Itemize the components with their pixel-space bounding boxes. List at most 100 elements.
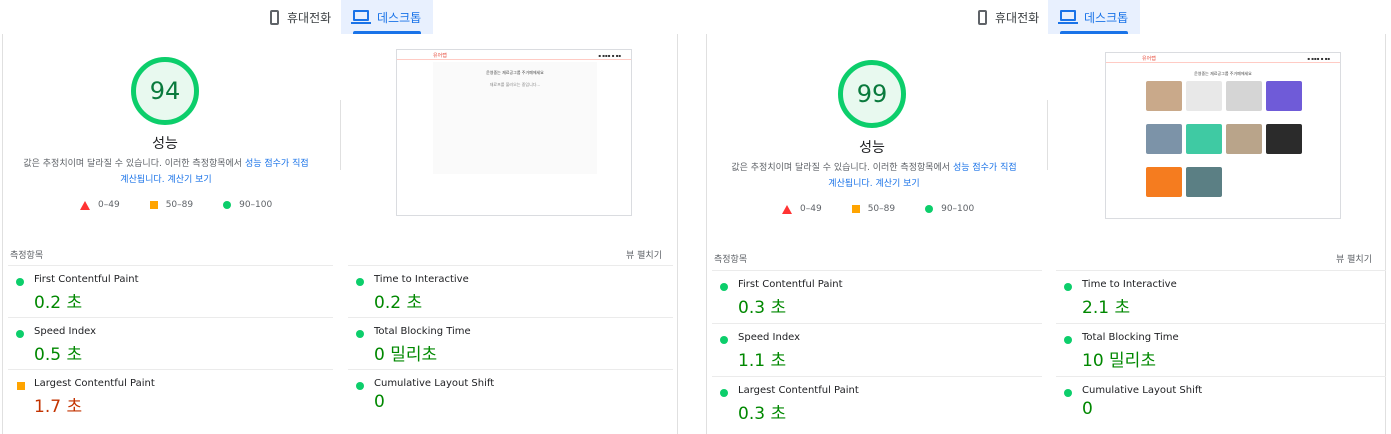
metrics-header: 측정항목 xyxy=(714,255,748,265)
legend-average: 50–89 xyxy=(851,204,896,214)
metric-value: 1.1 초 xyxy=(738,351,787,371)
expand-view-toggle[interactable]: 뷰 펼치기 xyxy=(1336,252,1372,265)
metric-value: 2.1 초 xyxy=(1082,298,1131,318)
calculator-link[interactable]: 계산기 보기 xyxy=(875,179,919,189)
fail-triangle-icon xyxy=(782,204,792,214)
performance-gauge: 99 xyxy=(838,60,906,128)
tab-mobile-label: 휴대전화 xyxy=(287,10,332,25)
pass-circle-icon xyxy=(356,278,364,286)
metric-name: Cumulative Layout Shift xyxy=(1082,385,1203,396)
metric-name: Largest Contentful Paint xyxy=(738,385,859,396)
metric-value: 10 밀리초 xyxy=(1082,351,1156,371)
thumbnail-image xyxy=(1186,167,1222,197)
metric-name: Cumulative Layout Shift xyxy=(374,378,495,389)
divider xyxy=(340,100,341,170)
tab-mobile-label: 휴대전화 xyxy=(995,10,1040,25)
lighthouse-report-right: 휴대전화 데스크톱 99 성능 값은 추정치이며 달라질 수 있습니다. 이러한… xyxy=(704,0,1391,434)
tab-desktop-label: 데스크톱 xyxy=(1084,10,1129,25)
legend-fail: 0–49 xyxy=(782,204,822,214)
metric-tti: Time to Interactive 2.1 초 xyxy=(1056,270,1386,323)
average-square-icon xyxy=(851,205,860,213)
average-square-icon xyxy=(17,382,25,390)
metric-tbt: Total Blocking Time 10 밀리초 xyxy=(1056,323,1386,376)
metric-name: First Contentful Paint xyxy=(738,279,843,290)
device-tabbar: 휴대전화 데스크톱 xyxy=(0,0,682,34)
score-legend: 0–49 50–89 90–100 xyxy=(782,204,1004,214)
score-description: 값은 추정치이며 달라질 수 있습니다. 이러한 측정항목에서 성능 점수가 직… xyxy=(20,156,312,188)
metric-name: Speed Index xyxy=(34,326,97,337)
pass-circle-icon xyxy=(925,205,934,213)
score-description: 값은 추정치이며 달라질 수 있습니다. 이러한 측정항목에서 성능 점수가 직… xyxy=(728,160,1020,192)
average-square-icon xyxy=(149,201,158,209)
tab-desktop[interactable]: 데스크톱 xyxy=(341,0,434,34)
screenshot-nav: ▪ ▪▪▪ ▪ ▪▪ xyxy=(598,53,621,58)
metric-value: 0.5 초 xyxy=(34,345,83,365)
description-text: 값은 추정치이며 달라질 수 있습니다. 이러한 측정항목에서 xyxy=(23,159,245,169)
metric-cls: Cumulative Layout Shift 0 xyxy=(348,369,673,422)
thumbnail-image xyxy=(1226,81,1262,111)
legend-pass-label: 90–100 xyxy=(239,200,273,210)
pass-circle-icon xyxy=(720,389,728,397)
thumbnail-image xyxy=(1146,167,1182,197)
thumbnail-image xyxy=(1266,81,1302,111)
pass-circle-icon xyxy=(720,336,728,344)
metric-fcp: First Contentful Paint 0.2 초 xyxy=(8,265,333,318)
legend-fail: 0–49 xyxy=(80,200,120,210)
tab-desktop[interactable]: 데스크톱 xyxy=(1048,0,1141,34)
metric-value: 0.2 초 xyxy=(34,293,83,313)
phone-icon xyxy=(270,9,279,25)
metric-name: Largest Contentful Paint xyxy=(34,378,155,389)
tab-mobile[interactable]: 휴대전화 xyxy=(966,0,1051,34)
pass-circle-icon xyxy=(356,330,364,338)
screenshot-logo: 유어랩 xyxy=(1142,56,1156,62)
description-text: 값은 추정치이며 달라질 수 있습니다. 이러한 측정항목에서 xyxy=(731,163,953,173)
performance-gauge: 94 xyxy=(131,57,199,125)
category-title: 성능 xyxy=(152,136,178,152)
metric-value: 0 xyxy=(1082,399,1093,419)
metric-lcp: Largest Contentful Paint 1.7 초 xyxy=(8,369,333,422)
metric-name: Time to Interactive xyxy=(1082,279,1177,290)
phone-icon xyxy=(978,9,987,25)
metric-si: Speed Index 1.1 초 xyxy=(712,323,1042,376)
page-screenshot[interactable]: 유어랩 ▪ ▪▪▪ ▪ ▪▪ 운영중는 재료공그룹 주거폐에세요 재료프를 불러… xyxy=(396,49,632,216)
screenshot-header: 유어랩 ▪ ▪▪▪ ▪ ▪▪ xyxy=(397,50,631,60)
tab-mobile[interactable]: 휴대전화 xyxy=(258,0,343,34)
legend-pass: 90–100 xyxy=(925,204,974,214)
screenshot-heading: 운영중는 재료공그룹 주거폐에세요 xyxy=(486,70,544,75)
metric-value: 1.7 초 xyxy=(34,397,83,417)
metric-name: First Contentful Paint xyxy=(34,274,139,285)
thumbnail-image xyxy=(1186,124,1222,154)
metric-value: 0 xyxy=(374,392,385,412)
legend-pass: 90–100 xyxy=(223,200,272,210)
screenshot-nav: ▪ ▪▪▪ ▪ ▪▪ xyxy=(1307,56,1330,61)
legend-average-label: 50–89 xyxy=(867,204,896,214)
legend-pass-label: 90–100 xyxy=(941,204,975,214)
metric-name: Speed Index xyxy=(738,332,801,343)
expand-view-toggle[interactable]: 뷰 펼치기 xyxy=(626,248,662,261)
laptop-icon xyxy=(1058,10,1078,24)
screenshot-header: 유어랩 ▪ ▪▪▪ ▪ ▪▪ xyxy=(1106,53,1340,63)
pass-circle-icon xyxy=(356,382,364,390)
pass-circle-icon xyxy=(1064,336,1072,344)
metric-value: 0.2 초 xyxy=(374,293,423,313)
calculator-link[interactable]: 계산기 보기 xyxy=(167,175,211,185)
thumbnail-image xyxy=(1226,124,1262,154)
page-screenshot[interactable]: 유어랩 ▪ ▪▪▪ ▪ ▪▪ 운영중는 재료공그룹 주거폐에세요 xyxy=(1105,52,1341,219)
metric-value: 0.3 초 xyxy=(738,404,787,424)
screenshot-body: 운영중는 재료공그룹 주거폐에세요 재료프를 불러오는 중입니다... xyxy=(433,62,597,174)
lighthouse-report-left: 휴대전화 데스크톱 94 성능 값은 추정치이며 달라질 수 있습니다. 이러한… xyxy=(0,0,682,434)
metric-fcp: First Contentful Paint 0.3 초 xyxy=(712,270,1042,323)
metric-lcp: Largest Contentful Paint 0.3 초 xyxy=(712,376,1042,429)
metric-name: Total Blocking Time xyxy=(1082,332,1179,343)
thumbnail-image xyxy=(1186,81,1222,111)
pass-circle-icon xyxy=(16,330,24,338)
legend-fail-label: 0–49 xyxy=(98,200,120,210)
thumbnail-image xyxy=(1146,81,1182,111)
pass-circle-icon xyxy=(16,278,24,286)
metric-tti: Time to Interactive 0.2 초 xyxy=(348,265,673,318)
legend-average: 50–89 xyxy=(149,200,193,210)
metric-name: Time to Interactive xyxy=(374,274,469,285)
legend-fail-label: 0–49 xyxy=(800,204,822,214)
metric-tbt: Total Blocking Time 0 밀리초 xyxy=(348,317,673,370)
screenshot-loading: 재료프를 불러오는 중입니다... xyxy=(489,82,541,87)
